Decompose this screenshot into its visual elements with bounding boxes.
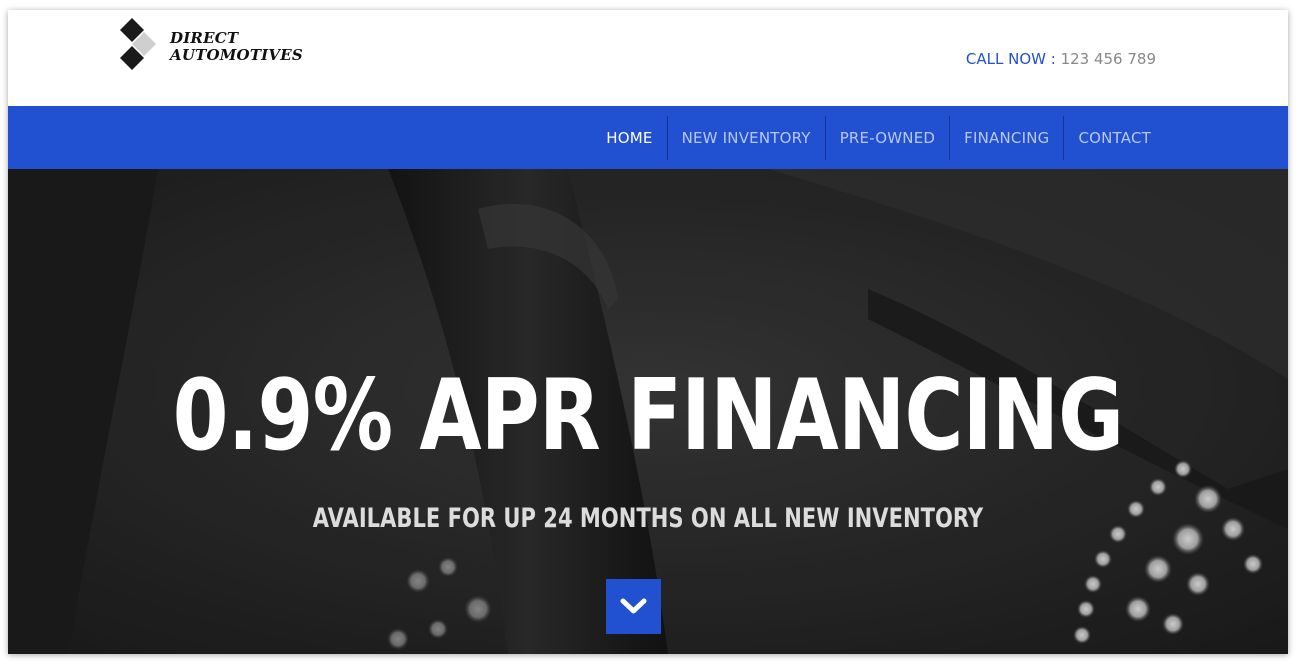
nav-item-contact[interactable]: CONTACT: [1063, 115, 1165, 160]
chevron-down-icon: [620, 598, 647, 614]
brand-line-1: DIRECT: [170, 29, 239, 47]
main-navbar: HOME NEW INVENTORY PRE-OWNED FINANCING C…: [8, 106, 1288, 169]
phone-number[interactable]: 123 456 789: [1061, 50, 1156, 68]
scroll-down-button[interactable]: [606, 579, 661, 634]
brand-name: DIRECT AUTOMOTIVES: [170, 30, 303, 64]
page-frame: DIRECT AUTOMOTIVES CALL NOW : 123 456 78…: [8, 10, 1288, 654]
hero-subline: AVAILABLE FOR UP 24 MONTHS ON ALL NEW IN…: [312, 503, 984, 534]
nav-menu: HOME NEW INVENTORY PRE-OWNED FINANCING C…: [592, 106, 1165, 169]
nav-item-new-inventory[interactable]: NEW INVENTORY: [666, 115, 825, 160]
hero-headline: 0.9% APR FINANCING: [172, 359, 1124, 473]
hero-banner: 0.9% APR FINANCING AVAILABLE FOR UP 24 M…: [8, 169, 1288, 654]
brand-line-2: AUTOMOTIVES: [170, 46, 303, 64]
call-now-colon: :: [1045, 50, 1061, 68]
site-header: DIRECT AUTOMOTIVES CALL NOW : 123 456 78…: [8, 10, 1288, 106]
nav-item-financing[interactable]: FINANCING: [949, 115, 1063, 160]
call-now[interactable]: CALL NOW : 123 456 789: [966, 50, 1156, 68]
nav-item-home[interactable]: HOME: [592, 116, 666, 160]
diamond-stack-icon: [120, 18, 156, 70]
nav-item-pre-owned[interactable]: PRE-OWNED: [824, 115, 949, 160]
call-now-label: CALL NOW: [965, 50, 1046, 68]
brand-logo[interactable]: DIRECT AUTOMOTIVES: [118, 18, 318, 78]
